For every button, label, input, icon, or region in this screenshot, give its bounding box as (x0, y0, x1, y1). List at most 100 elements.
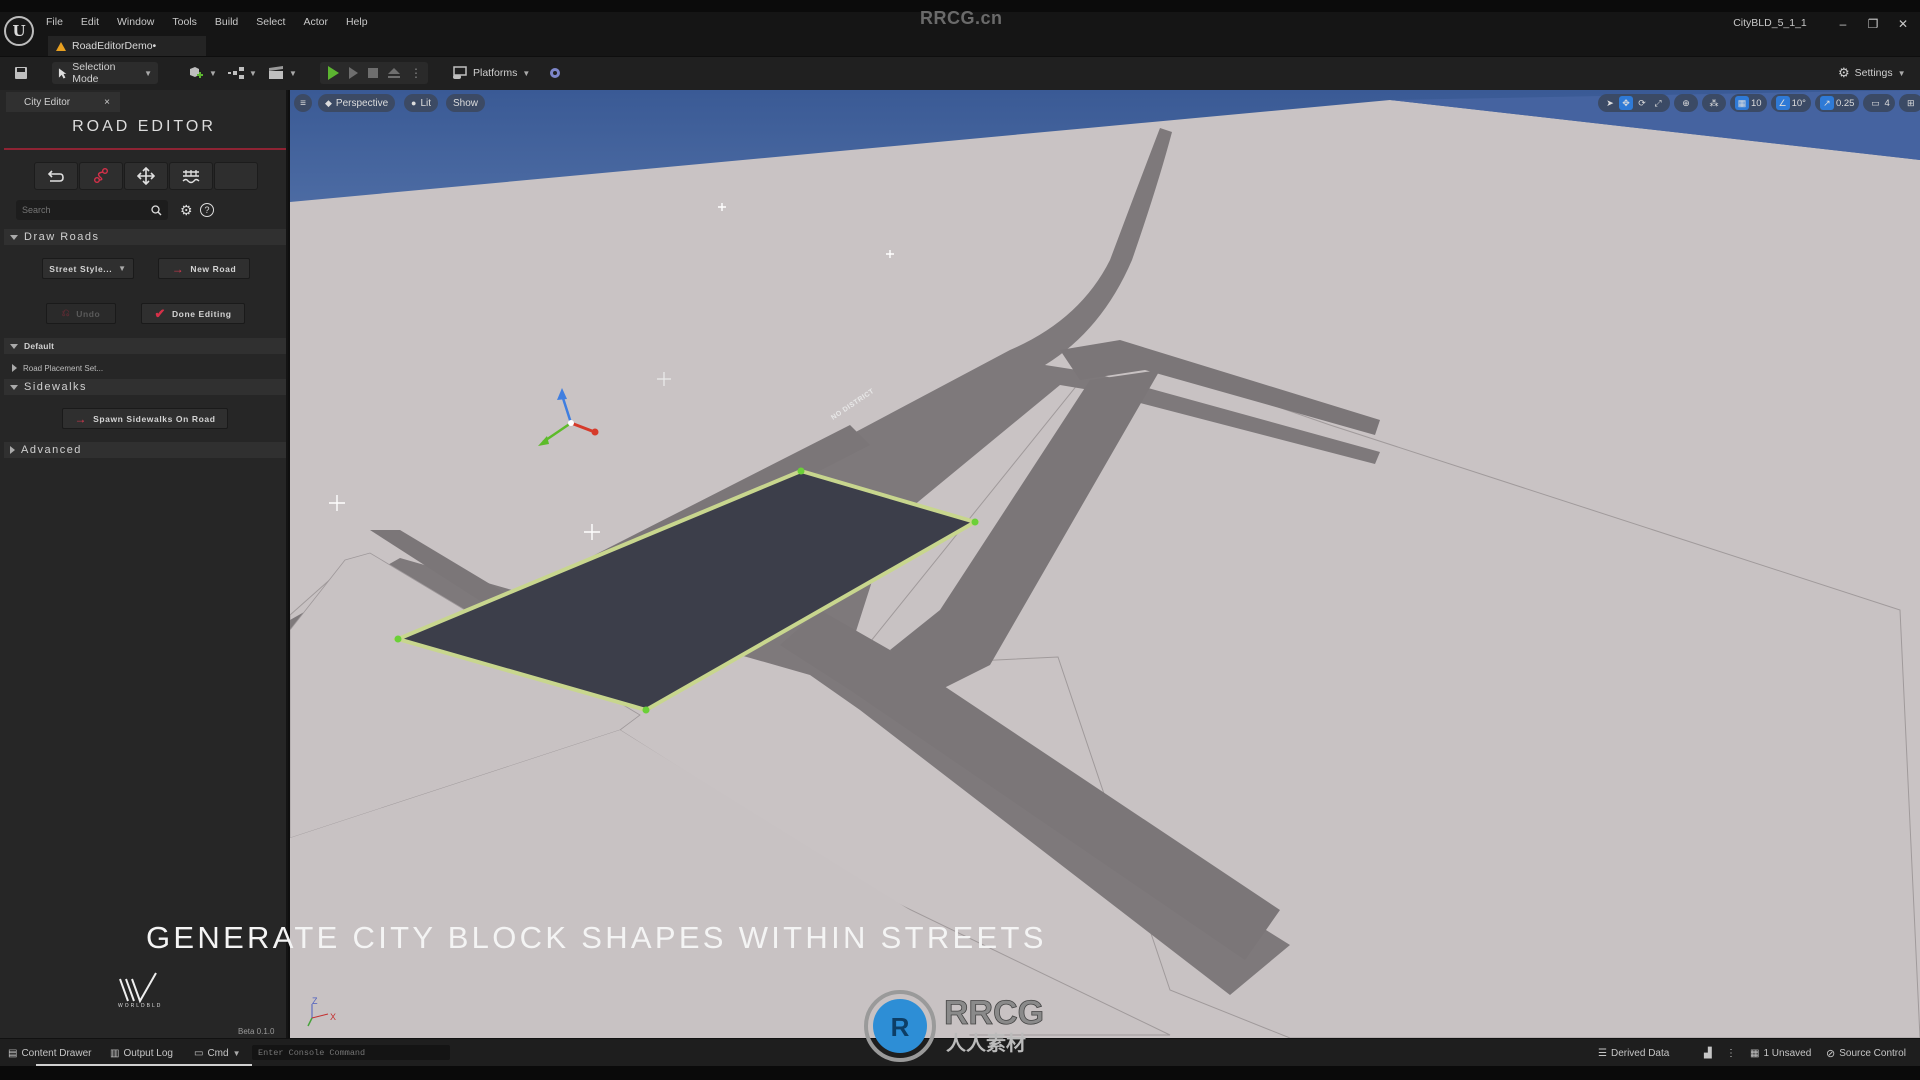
block-vertex[interactable] (394, 635, 402, 643)
menu-actor[interactable]: Actor (303, 16, 328, 28)
tool-undo-button[interactable] (34, 162, 78, 190)
restore-button[interactable]: ❐ (1860, 14, 1886, 34)
chevron-down-icon: ▼ (249, 68, 257, 78)
console-field[interactable] (252, 1045, 450, 1060)
trace-button[interactable]: ▟ (1704, 1045, 1712, 1061)
more-icon[interactable]: ⋮ (410, 66, 422, 80)
undo-label: Undo (76, 308, 101, 319)
cmd-label: Cmd (207, 1047, 229, 1059)
search-field[interactable] (16, 200, 168, 220)
city-editor-tab-label: City Editor (24, 96, 71, 108)
eject-icon[interactable] (388, 67, 400, 79)
output-log-button[interactable]: ▥ Output Log (110, 1045, 173, 1061)
unsaved-button[interactable]: ▦ 1 Unsaved (1750, 1045, 1811, 1061)
gizmo-center[interactable] (568, 420, 574, 426)
section-default[interactable]: Default (4, 338, 286, 354)
camera-icon: ▭ (1871, 97, 1880, 108)
stop-icon[interactable] (368, 68, 378, 78)
block-vertex[interactable] (971, 518, 979, 526)
camera-speed-control[interactable]: ▭ 4 (1863, 94, 1895, 112)
select-mode-icon[interactable]: ➤ (1603, 96, 1617, 110)
section-label: Sidewalks (24, 381, 88, 393)
section-sidewalks[interactable]: Sidewalks (4, 379, 286, 395)
level-viewport[interactable]: NO DISTRICT ≡ ◆ Perspective ● Lit Show ➤… (290, 90, 1920, 1038)
status-more-button[interactable]: ⋮ (1726, 1045, 1736, 1061)
menu-file[interactable]: File (46, 16, 63, 28)
scale-snap-control[interactable]: ↗ 0.25 (1814, 94, 1860, 112)
content-drawer-button[interactable]: ▤ Content Drawer (8, 1045, 91, 1061)
spawn-sidewalks-button[interactable]: → Spawn Sidewalks On Road (62, 408, 228, 429)
cinematics-button[interactable]: ▼ (262, 62, 303, 84)
lit-dropdown[interactable]: ● Lit (404, 94, 438, 112)
settings-dropdown[interactable]: ⚙ Settings ▼ (1832, 62, 1912, 84)
menu-build[interactable]: Build (215, 16, 238, 28)
menu-help[interactable]: Help (346, 16, 368, 28)
document-tab[interactable]: RoadEditorDemo• (48, 36, 206, 56)
new-road-label: New Road (190, 263, 237, 274)
rotate-mode-icon[interactable]: ⟳ (1635, 96, 1649, 110)
minimize-button[interactable]: – (1830, 14, 1856, 34)
search-icon[interactable] (151, 204, 162, 216)
tool-bridge-button[interactable] (169, 162, 213, 190)
menu-window[interactable]: Window (117, 16, 154, 28)
block-vertex[interactable] (642, 706, 650, 714)
settings-icon[interactable]: ⚙ (180, 202, 193, 219)
chevron-down-icon: ▼ (1897, 68, 1906, 78)
bar-chart-icon: ▟ (1704, 1047, 1712, 1059)
bottom-band (0, 1066, 1920, 1080)
search-input[interactable] (22, 205, 142, 215)
blueprint-icon (228, 67, 244, 79)
unreal-logo-icon[interactable]: U (4, 16, 34, 46)
chevron-down-icon: ▼ (289, 68, 297, 78)
block-vertex[interactable] (797, 467, 805, 475)
viewport-scene[interactable]: NO DISTRICT (290, 90, 1920, 1038)
tool-move-button[interactable] (124, 162, 168, 190)
blueprint-button[interactable]: ▼ (222, 62, 263, 84)
undo-button[interactable]: ⎌ Undo (46, 303, 116, 324)
menu-edit[interactable]: Edit (81, 16, 99, 28)
lit-label: Lit (420, 97, 431, 109)
move-icon (137, 167, 155, 185)
rotation-snap-control[interactable]: ∠ 10° (1770, 94, 1811, 112)
selection-mode-dropdown[interactable]: Selection Mode ▼ (52, 61, 158, 85)
scale-mode-icon[interactable]: ⤢ (1651, 96, 1665, 110)
city-editor-tab[interactable]: City Editor × (6, 92, 120, 112)
source-control-label: Source Control (1839, 1047, 1906, 1059)
surface-snap-toggle[interactable]: ⁂ (1702, 94, 1726, 112)
section-draw-roads[interactable]: Draw Roads (4, 229, 286, 245)
close-window-button[interactable]: ✕ (1890, 14, 1916, 34)
road-placement-settings-row[interactable]: Road Placement Set... (4, 360, 286, 376)
cursor-icon (58, 68, 67, 79)
console-input[interactable] (258, 1047, 444, 1058)
perspective-dropdown[interactable]: ◆ Perspective (318, 94, 396, 112)
translate-mode-icon[interactable]: ✥ (1619, 96, 1633, 110)
new-road-button[interactable]: → New Road (158, 258, 250, 279)
menu-select[interactable]: Select (256, 16, 285, 28)
menu-tools[interactable]: Tools (172, 16, 197, 28)
world-local-toggle[interactable]: ⊕ (1674, 94, 1698, 112)
platforms-dropdown[interactable]: Platforms ▼ (446, 62, 536, 84)
grid-snap-value: 10 (1751, 97, 1762, 109)
arrow-right-icon: → (171, 261, 185, 276)
document-tab-label: RoadEditorDemo• (72, 40, 157, 52)
x-axis-handle[interactable] (591, 428, 599, 436)
add-actor-button[interactable]: ▼ (182, 62, 223, 84)
section-advanced[interactable]: Advanced (4, 442, 286, 458)
close-tab-icon[interactable]: × (104, 97, 110, 108)
show-dropdown[interactable]: Show (446, 94, 486, 112)
grid-snap-control[interactable]: ▦ 10 (1730, 94, 1767, 112)
done-editing-button[interactable]: ✔ Done Editing (141, 303, 245, 324)
viewport-menu-button[interactable]: ≡ (294, 94, 312, 112)
step-icon[interactable] (349, 67, 358, 79)
viewport-layout-button[interactable]: ⊞ (1898, 94, 1920, 112)
plugin-button[interactable] (542, 62, 568, 84)
street-style-dropdown[interactable]: Street Style... ▼ (42, 258, 134, 279)
help-icon[interactable]: ? (200, 203, 214, 217)
tool-empty-slot[interactable] (214, 162, 258, 190)
save-button[interactable] (8, 62, 34, 84)
tool-road-path-button[interactable] (79, 162, 123, 190)
cmd-dropdown[interactable]: ▭ Cmd ▼ (194, 1045, 241, 1061)
derived-data-button[interactable]: ☰ Derived Data (1598, 1045, 1669, 1061)
source-control-button[interactable]: ⊘ Source Control (1826, 1045, 1906, 1061)
play-icon[interactable] (328, 66, 339, 80)
